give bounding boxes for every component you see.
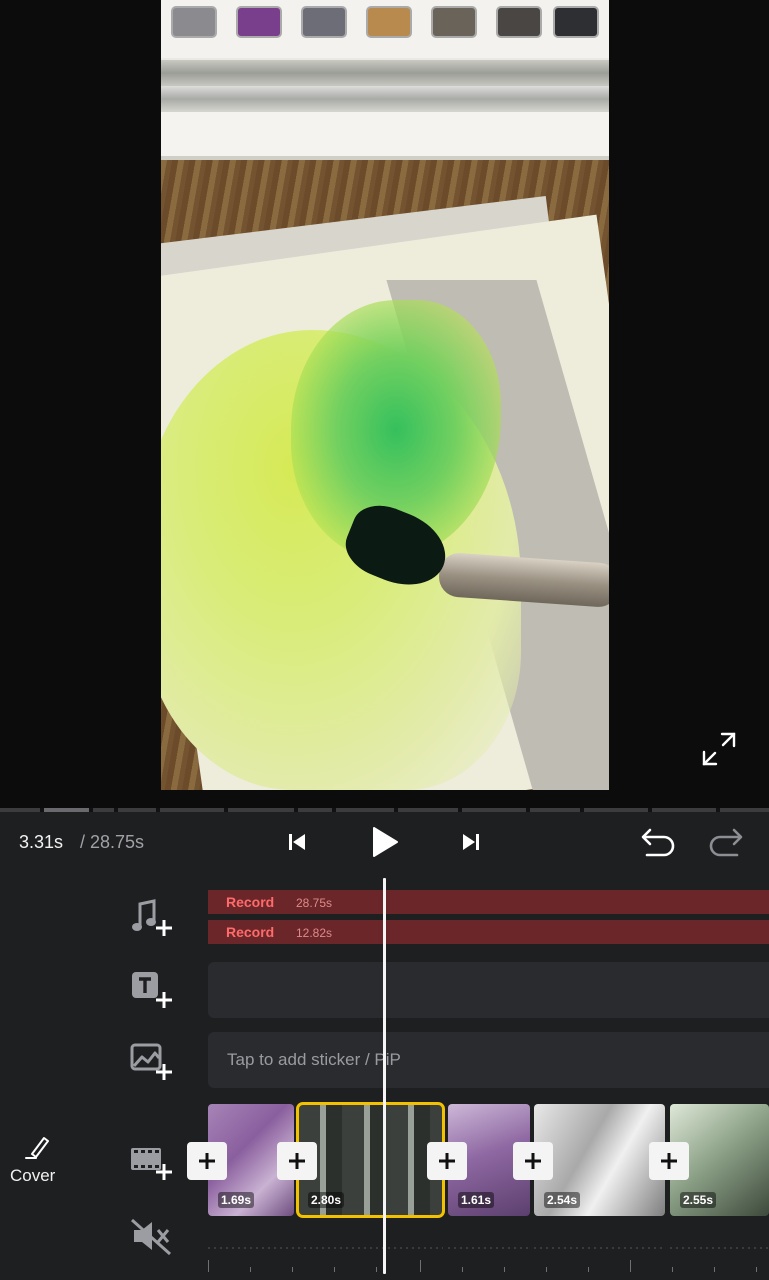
cover-button[interactable]: Cover: [0, 1130, 70, 1190]
add-between-clips-button[interactable]: [277, 1142, 317, 1180]
expand-arrows-icon[interactable]: [700, 730, 738, 768]
clip-duration: 2.55s: [680, 1192, 717, 1208]
audio-track-record-2[interactable]: Record 12.82s: [208, 920, 769, 944]
clip-duration: 2.54s: [544, 1192, 581, 1208]
add-between-clips-button[interactable]: [187, 1142, 227, 1180]
clip-volume-lane[interactable]: [208, 1218, 769, 1252]
skip-previous-icon[interactable]: [277, 822, 317, 862]
audio-track-name: Record: [226, 924, 275, 940]
current-time: 3.31s: [19, 832, 64, 852]
sticker-pip-lane[interactable]: Tap to add sticker / PiP: [208, 1032, 769, 1088]
audio-track-name: Record: [226, 894, 275, 910]
clip-duration: 1.69s: [218, 1192, 255, 1208]
time-ruler[interactable]: [200, 1258, 769, 1272]
video-frame: [161, 0, 609, 790]
audio-track-duration: 28.75s: [296, 896, 333, 910]
cover-label: Cover: [10, 1166, 56, 1185]
video-preview[interactable]: [0, 0, 769, 808]
skip-next-icon[interactable]: [451, 822, 491, 862]
audio-track-record-1[interactable]: Record 28.75s: [208, 890, 769, 914]
add-sticker-icon[interactable]: [128, 1040, 176, 1084]
total-time: / 28.75s: [80, 832, 145, 852]
text-track-lane[interactable]: [208, 962, 769, 1018]
clip-duration: 2.80s: [308, 1192, 345, 1208]
add-clip-icon[interactable]: [128, 1140, 176, 1184]
mute-icon[interactable]: [128, 1214, 176, 1258]
undo-icon[interactable]: [638, 822, 678, 862]
playhead[interactable]: [383, 878, 386, 1274]
clip-duration: 1.61s: [458, 1192, 495, 1208]
paint-palette: [161, 0, 609, 58]
redo-icon[interactable]: [706, 822, 746, 862]
add-between-clips-button[interactable]: [649, 1142, 689, 1180]
add-between-clips-button[interactable]: [427, 1142, 467, 1180]
video-clip-2[interactable]: 2.80s: [296, 1102, 445, 1218]
video-clip-4[interactable]: 2.54s: [534, 1104, 665, 1216]
add-text-icon[interactable]: [128, 968, 176, 1012]
sticker-hint: Tap to add sticker / PiP: [227, 1050, 401, 1069]
add-music-icon[interactable]: [128, 896, 176, 940]
audio-track-duration: 12.82s: [296, 926, 333, 940]
add-between-clips-button[interactable]: [513, 1142, 553, 1180]
play-icon[interactable]: [364, 822, 404, 862]
playback-controls: 3.31s / 28.75s: [0, 812, 769, 872]
